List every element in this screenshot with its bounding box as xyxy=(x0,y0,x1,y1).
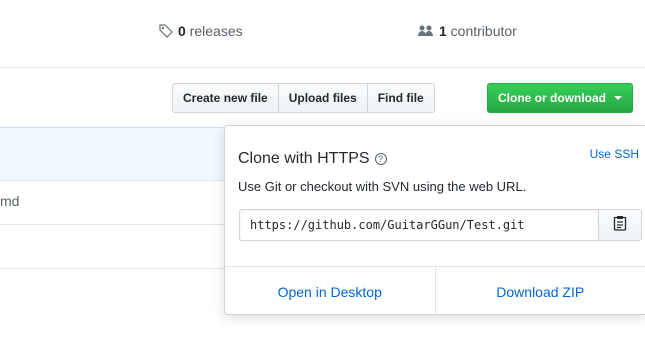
clipboard-icon xyxy=(613,215,627,236)
people-icon xyxy=(417,23,435,39)
contributors-count: 1 xyxy=(439,23,447,39)
file-navigation-buttons: Create new file Upload files Find file xyxy=(172,83,435,113)
clone-dropdown-title: Clone with HTTPS ? xyxy=(238,150,387,168)
caret-down-icon xyxy=(614,96,622,100)
file-name[interactable]: md xyxy=(0,193,19,209)
contributors-link[interactable]: 1 contributor xyxy=(417,23,517,39)
releases-label: releases xyxy=(185,23,243,39)
clone-dropdown-footer: Open in Desktop Download ZIP xyxy=(225,266,645,316)
help-icon[interactable]: ? xyxy=(374,153,387,165)
open-in-desktop-button[interactable]: Open in Desktop xyxy=(225,267,435,316)
clone-title-text: Clone with HTTPS xyxy=(238,150,370,167)
releases-link[interactable]: 0 releases xyxy=(158,23,243,39)
clone-description: Use Git or checkout with SVN using the w… xyxy=(238,179,527,194)
find-file-button[interactable]: Find file xyxy=(366,83,435,113)
clone-or-download-label: Clone or download xyxy=(498,91,606,105)
clone-url-input[interactable]: https://github.com/GuitarGGun/Test.git xyxy=(239,209,599,241)
use-ssh-link[interactable]: Use SSH xyxy=(590,147,639,161)
upload-files-button[interactable]: Upload files xyxy=(277,83,368,113)
contributors-label: contributor xyxy=(446,23,517,39)
clone-url-group: https://github.com/GuitarGGun/Test.git xyxy=(239,209,642,241)
create-new-file-button[interactable]: Create new file xyxy=(172,83,279,113)
clone-or-download-button[interactable]: Clone or download xyxy=(487,83,633,113)
releases-count: 0 xyxy=(178,23,186,39)
copy-url-button[interactable] xyxy=(598,209,642,241)
clone-dropdown: Clone with HTTPS ? Use SSH Use Git or ch… xyxy=(224,125,645,316)
tag-icon xyxy=(158,23,174,39)
download-zip-button[interactable]: Download ZIP xyxy=(434,267,645,316)
repo-stats-bar: 0 releases 1 contributor xyxy=(0,0,645,68)
